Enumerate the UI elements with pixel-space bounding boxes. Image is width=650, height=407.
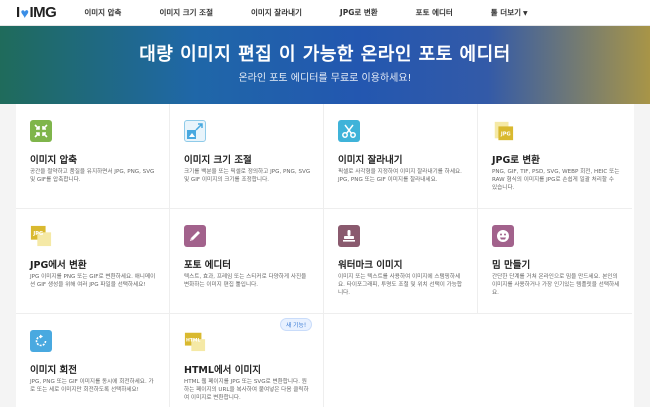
jpg-file-icon: JPG (492, 120, 514, 142)
tool-card-compress[interactable]: 이미지 압축 공간을 절약하고 품질을 유지하면서 JPG, PNG, SVG … (16, 104, 170, 209)
nav-photo-editor[interactable]: 포토 에디터 (416, 7, 453, 18)
tool-title: 이미지 압축 (30, 155, 78, 166)
scissors-icon (338, 120, 360, 142)
compress-arrows-icon (30, 120, 52, 142)
tool-title: 밈 만들기 (492, 260, 531, 271)
tool-card-convert-to-jpg[interactable]: JPG JPG로 변환 PNG, GIF, TIF, PSD, SVG, WEB… (478, 104, 632, 209)
tool-description: 공간을 절약하고 품질을 유지하면서 JPG, PNG, SVG 및 GIF를 … (30, 169, 155, 184)
tool-title: 이미지 크기 조절 (184, 155, 252, 166)
nav-more-label: 툴 더보기 (490, 8, 522, 17)
tool-title: 이미지 잘라내기 (338, 155, 403, 166)
tool-description: 이미지 또는 텍스트를 사용하여 이미지에 스탬핑하세요. 타이포그래피, 투명… (338, 274, 463, 297)
tool-title: JPG에서 변환 (30, 260, 87, 271)
tool-title: JPG로 변환 (492, 155, 540, 166)
tool-title: 이미지 회전 (30, 365, 78, 376)
tool-description: JPG 이미지를 PNG 또는 GIF로 변환하세요. 애니메이션 GIF 생성… (30, 274, 156, 289)
nav-crop[interactable]: 이미지 잘라내기 (251, 7, 302, 18)
tool-card-photo-editor[interactable]: 포토 에디터 텍스트, 효과, 프레임 또는 스티커로 다양하게 사진을 변화하… (170, 209, 324, 314)
html-file-icon: HTML (184, 330, 206, 352)
tool-card-crop[interactable]: 이미지 잘라내기 픽셀로 사각형을 지정하여 이미지 잘라내기를 하세요. JP… (324, 104, 478, 209)
logo-letter-i: I (16, 4, 20, 21)
tools-grid: 이미지 압축 공간을 절약하고 품질을 유지하면서 JPG, PNG, SVG … (16, 104, 634, 407)
nav-more-tools[interactable]: 툴 더보기 ▼ (491, 7, 528, 18)
tool-card-convert-from-jpg[interactable]: JPG JPG에서 변환 JPG 이미지를 PNG 또는 GIF로 변환하세요.… (16, 209, 170, 314)
nav-resize[interactable]: 이미지 크기 조절 (159, 7, 213, 18)
logo-text-img: IMG (29, 4, 57, 21)
hero-title: 대량 이미지 편집 이 가능한 온라인 포토 에디터 (139, 44, 511, 65)
tool-description: 간단한 단계를 거쳐 온라인으로 밈을 만드세요. 본인의 이미지를 사용하거나… (492, 274, 620, 297)
tool-title: 워터마크 이미지 (338, 260, 403, 271)
tool-description: HTML 웹 페이지를 JPG 또는 SVG로 변환합니다. 원하는 페이지의 … (184, 379, 309, 402)
tool-description: 크기를 백분율 또는 픽셀로 정의하고 JPG, PNG, SVG 및 GIF … (184, 169, 311, 184)
tool-description: PNG, GIF, TIF, PSD, SVG, WEBP 회전, HEIC 또… (492, 169, 620, 192)
top-navbar: I ♥ IMG 이미지 압축 이미지 크기 조절 이미지 잘라내기 JPG로 변… (0, 0, 650, 26)
tool-description: JPG, PNG 또는 GIF 이미지를 동시에 회전하세요. 가로 또는 세로… (30, 379, 154, 394)
jpg-convert-icon: JPG (30, 225, 52, 247)
nav-compress[interactable]: 이미지 압축 (84, 7, 121, 18)
tool-card-html-to-image[interactable]: 새 기능! HTML HTML에서 이미지 HTML 웹 페이지를 JPG 또는… (170, 314, 324, 407)
svg-text:JPG: JPG (32, 231, 43, 237)
tool-card-meme-generator[interactable]: 밈 만들기 간단한 단계를 거쳐 온라인으로 밈을 만드세요. 본인의 이미지를… (478, 209, 632, 314)
tool-title: 포토 에디터 (184, 260, 232, 271)
tool-description: 픽셀로 사각형을 지정하여 이미지 잘라내기를 하세요. JPG, PNG 또는… (338, 169, 462, 184)
stamp-icon (338, 225, 360, 247)
tool-card-watermark[interactable]: 워터마크 이미지 이미지 또는 텍스트를 사용하여 이미지에 스탬핑하세요. 타… (324, 209, 478, 314)
hero-banner: 대량 이미지 편집 이 가능한 온라인 포토 에디터 온라인 포토 에디터를 무… (0, 26, 650, 104)
heart-icon: ♥ (20, 4, 29, 21)
meme-face-icon (492, 225, 514, 247)
hero-subtitle: 온라인 포토 에디터를 무료로 이용하세요! (238, 73, 412, 84)
chevron-down-icon: ▼ (523, 10, 528, 17)
nav-convert-jpg[interactable]: JPG로 변환 (340, 7, 378, 18)
new-feature-badge: 새 기능! (280, 318, 313, 331)
pencil-icon (184, 225, 206, 247)
main-nav: 이미지 압축 이미지 크기 조절 이미지 잘라내기 JPG로 변환 포토 에디터… (84, 7, 527, 18)
rotate-icon (30, 330, 52, 352)
tool-description: 텍스트, 효과, 프레임 또는 스티커로 다양하게 사진을 변화하는 이미지 편… (184, 274, 307, 289)
svg-text:JPG: JPG (500, 132, 511, 138)
tool-title: HTML에서 이미지 (184, 365, 261, 376)
tool-card-resize[interactable]: 이미지 크기 조절 크기를 백분율 또는 픽셀로 정의하고 JPG, PNG, … (170, 104, 324, 209)
ilovimg-logo[interactable]: I ♥ IMG (16, 4, 57, 21)
tool-card-rotate[interactable]: 이미지 회전 JPG, PNG 또는 GIF 이미지를 동시에 회전하세요. 가… (16, 314, 170, 407)
svg-text:HTML: HTML (186, 337, 201, 343)
resize-image-icon (184, 120, 206, 142)
